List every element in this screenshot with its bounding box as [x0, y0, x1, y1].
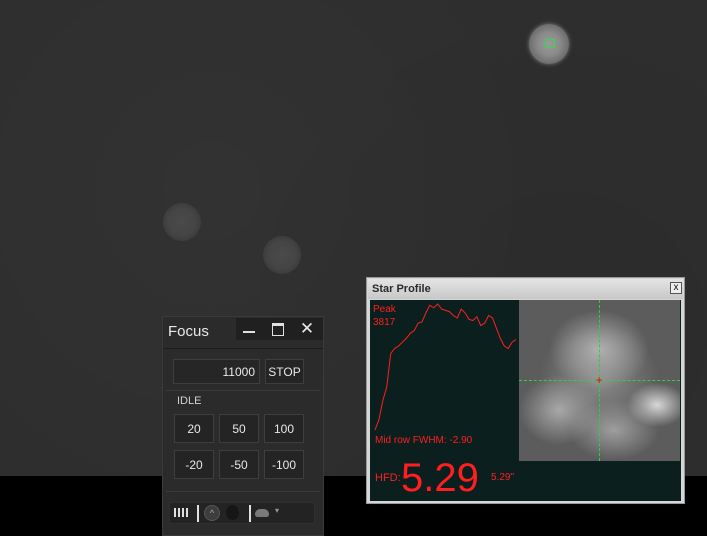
step-in-medium-button[interactable]: 50 — [219, 414, 259, 443]
divider — [166, 491, 320, 492]
star-thumbnail: + — [519, 300, 680, 461]
step-out-medium-button[interactable]: -50 — [219, 450, 259, 479]
close-button[interactable]: x — [670, 282, 682, 294]
star-selection-box — [545, 39, 555, 48]
peak-label: Peak — [373, 304, 396, 315]
focuser-position-input[interactable]: 11000 — [173, 359, 260, 384]
focus-title: Focus — [168, 323, 209, 340]
window-buttons: ✕ — [236, 318, 323, 340]
minimize-button[interactable] — [236, 318, 262, 340]
selected-star[interactable] — [529, 24, 569, 64]
profile-line — [374, 303, 517, 431]
star-profile-body: Peak 3817 Mid row FWHM: -2.90 HFD: 5.29 … — [370, 300, 681, 501]
hfd-value: 5.29 — [401, 456, 479, 500]
divider — [166, 390, 320, 391]
star-profile-window: Star Profile x Peak 3817 Mid row FWHM: -… — [366, 277, 685, 504]
bars-icon[interactable] — [174, 508, 188, 517]
step-out-large-button[interactable]: -100 — [264, 450, 304, 479]
close-button[interactable]: ✕ — [294, 318, 320, 340]
focus-titlebar[interactable]: Focus ✕ — [163, 317, 323, 347]
focus-toolbar: ^ ▾ — [169, 502, 315, 524]
toolbar-divider — [197, 505, 199, 522]
step-in-large-button[interactable]: 100 — [264, 414, 304, 443]
step-out-small-button[interactable]: -20 — [174, 450, 214, 479]
maximize-button[interactable] — [265, 318, 291, 340]
star-profile-titlebar[interactable]: Star Profile x — [368, 279, 683, 299]
fwhm-readout: Mid row FWHM: -2.90 — [375, 435, 473, 446]
dropdown-caret-icon[interactable]: ▾ — [275, 506, 279, 515]
step-in-small-button[interactable]: 20 — [174, 414, 214, 443]
close-icon: ✕ — [299, 319, 315, 338]
star[interactable] — [163, 203, 201, 241]
toolbar-divider — [249, 505, 251, 522]
focuser-status: IDLE — [177, 395, 202, 407]
up-arrow-icon[interactable]: ^ — [204, 505, 220, 521]
star-profile-title: Star Profile — [372, 283, 431, 295]
stop-button[interactable]: STOP — [265, 359, 304, 384]
close-icon: x — [673, 282, 679, 293]
hfd-label: HFD: — [375, 472, 401, 484]
focus-panel: Focus ✕ 11000 STOP IDLE 20 50 100 -20 -5… — [162, 316, 324, 536]
centroid-marker: + — [596, 375, 603, 387]
dark-circle-icon[interactable] — [226, 505, 239, 520]
hfd-arcsec: 5.29" — [491, 472, 515, 483]
cloud-icon[interactable] — [255, 509, 269, 517]
divider — [163, 348, 323, 349]
star[interactable] — [263, 236, 301, 274]
peak-value: 3817 — [373, 317, 396, 328]
